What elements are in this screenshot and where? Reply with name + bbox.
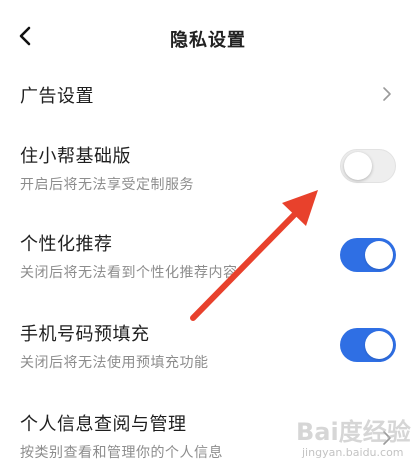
- toggle-knob: [344, 152, 372, 180]
- phone-prefill-row: 手机号码预填充 关闭后将无法使用预填充功能: [0, 316, 416, 376]
- ad-settings-label: 广告设置: [20, 86, 94, 107]
- phone-prefill-toggle[interactable]: [340, 328, 396, 362]
- personalized-recommendation-subtitle: 关闭后将无法看到个性化推荐内容: [20, 265, 238, 281]
- personal-info-subtitle: 按类别查看和管理你的个人信息: [20, 445, 223, 461]
- chevron-right-icon: [383, 87, 391, 101]
- toggle-knob: [365, 241, 393, 269]
- basic-version-row: 住小帮基础版 开启后将无法享受定制服务: [0, 138, 416, 198]
- basic-version-subtitle: 开启后将无法享受定制服务: [20, 177, 194, 193]
- header-bar: 隐私设置: [0, 0, 416, 78]
- toggle-knob: [365, 331, 393, 359]
- baidu-watermark: Bai度经验 jingyan.baidu.com: [296, 406, 411, 466]
- ad-settings-row[interactable]: 广告设置: [0, 78, 416, 120]
- watermark-text: Bai度经验: [296, 418, 411, 446]
- personalized-recommendation-row: 个性化推荐 关闭后将无法看到个性化推荐内容: [0, 226, 416, 286]
- privacy-settings-screen: 隐私设置 广告设置 住小帮基础版 开启后将无法享受定制服务 个性化推荐 关闭后将…: [0, 0, 416, 475]
- personalized-recommendation-label: 个性化推荐: [20, 234, 113, 255]
- phone-prefill-label: 手机号码预填充: [20, 324, 150, 345]
- watermark-subtext: jingyan.baidu.com: [302, 446, 404, 459]
- page-title: 隐私设置: [170, 30, 246, 51]
- personalized-recommendation-toggle[interactable]: [340, 238, 396, 272]
- personal-info-label: 个人信息查阅与管理: [20, 414, 187, 435]
- basic-version-label: 住小帮基础版: [20, 146, 131, 167]
- phone-prefill-subtitle: 关闭后将无法使用预填充功能: [20, 355, 209, 371]
- basic-version-toggle[interactable]: [340, 149, 396, 183]
